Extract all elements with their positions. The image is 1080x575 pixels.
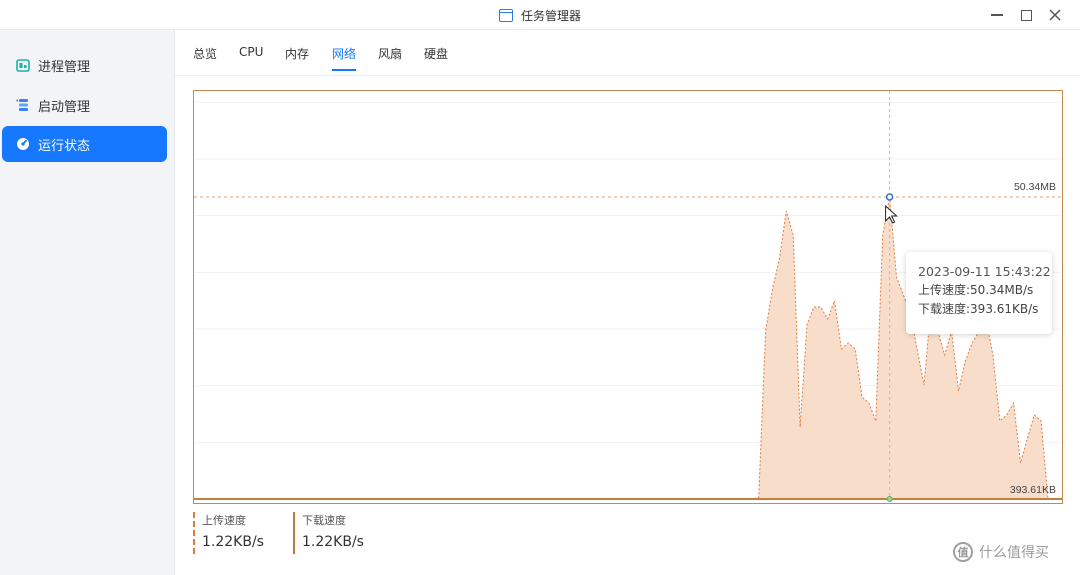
legend-upload-title: 上传速度 [202,514,246,527]
startup-icon [16,98,30,112]
sidebar-item-process[interactable]: 进程管理 [2,47,167,83]
title-bar: 任务管理器 [0,0,1080,30]
tooltip-time: 2023-09-11 15:43:22 [918,264,1051,279]
tooltip-download: 下载速度:393.61KB/s [918,302,1039,316]
window-app-icon [498,8,513,22]
sidebar-item-status[interactable]: 运行状态 [2,126,167,162]
minimize-icon [991,14,1003,16]
tab-label: 内存 [285,47,310,61]
tab-label: 风扇 [378,47,403,61]
tab-label: 硬盘 [424,47,449,61]
window-title: 任务管理器 [520,8,581,23]
legend-download-value: 1.22KB/s [302,534,364,550]
close-button[interactable] [1044,4,1066,26]
sidebar-item-label: 运行状态 [38,138,91,154]
process-icon [16,58,30,72]
min-value-label: 393.61KB [1010,484,1056,496]
tab-cpu[interactable]: CPU [239,45,263,71]
tab-label: 总览 [193,47,218,61]
minimize-button[interactable] [986,4,1008,26]
max-value-label: 50.34MB [1014,181,1056,193]
sidebar: 进程管理 启动管理 运行状态 [0,30,175,575]
tab-label: 网络 [332,47,357,61]
hover-point-download [886,496,893,502]
tooltip-upload: 上传速度:50.34MB/s [918,283,1034,297]
legend-upload: 上传速度 1.22KB/s [193,512,264,554]
chart-tooltip: 2023-09-11 15:43:22 上传速度:50.34MB/s 下载速度:… [906,252,1052,334]
status-icon [16,137,30,151]
sidebar-item-label: 进程管理 [38,59,91,75]
sidebar-item-label: 启动管理 [38,99,91,115]
tab-bar: 总览 CPU 内存 网络 风扇 硬盘 [175,30,1080,76]
tab-disk[interactable]: 硬盘 [424,45,448,71]
sidebar-item-startup[interactable]: 启动管理 [2,87,167,123]
close-icon [1049,9,1061,21]
watermark-text: 什么值得买 [979,545,1049,561]
legend-upload-value: 1.22KB/s [202,534,264,550]
legend-download: 下载速度 1.22KB/s [293,512,364,554]
tab-fan[interactable]: 风扇 [378,45,402,71]
tab-memory[interactable]: 内存 [285,45,309,71]
tab-overview[interactable]: 总览 [193,45,217,71]
maximize-icon [1020,9,1032,21]
title-wrap: 任务管理器 [0,0,1080,30]
legend-download-title: 下载速度 [302,514,346,527]
hover-point [885,193,894,201]
legend-upload-swatch [193,512,195,554]
upload-area [194,197,1048,499]
maximize-button[interactable] [1015,4,1037,26]
tab-network[interactable]: 网络 [332,45,356,71]
watermark-logo-icon: 值 [953,542,973,562]
tab-label: CPU [239,45,264,59]
active-tab-indicator [332,69,356,71]
watermark: 值 什么值得买 [953,542,1049,562]
legend-download-swatch [293,512,295,554]
